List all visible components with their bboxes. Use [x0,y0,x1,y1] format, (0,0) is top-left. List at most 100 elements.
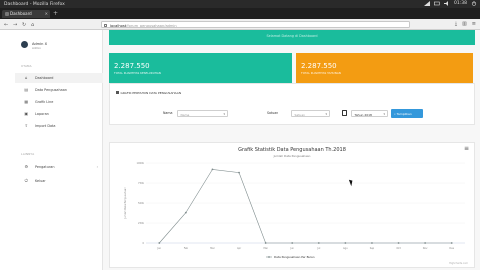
upload-icon: ⇪ [24,122,28,128]
sidebar-item-dashboard[interactable]: ⌂ Dashboard [15,73,103,83]
y-axis-label: Jumlah Data Pengusahaan [124,187,127,220]
home-nav-icon[interactable]: ⌂ [31,22,34,28]
status-label: Satuan [267,111,279,115]
data-point [264,242,267,244]
x-tick-label: Mar [210,247,215,250]
x-tick-label: Des [449,247,454,250]
browser-tab-strip: Dashboard ✕ + [0,8,480,19]
network-icon[interactable] [424,1,431,6]
x-tick-label: Mei [264,247,269,250]
user-name: Admin X [32,41,48,46]
data-point [184,211,187,214]
series-line [159,169,452,244]
sidebar-item-label: Pengaturan [35,165,55,169]
volume-icon[interactable] [444,1,450,6]
welcome-banner: Selamat Datang di Dashboard [109,30,475,45]
data-point [211,168,214,171]
battery-icon[interactable] [434,1,440,6]
home-icon: ⌂ [24,74,28,80]
year-select[interactable]: Tahun 2018 ▾ [351,110,388,117]
x-tick-label: Apr [237,247,241,250]
y-tick-label: 250k [138,222,145,225]
sidebar-item-label: Laporan [35,112,49,116]
legend-label: Data Pengusahaan Per Bulan [274,255,315,259]
stat-value: 2.287.550 [301,62,337,70]
x-tick-label: Agu [343,247,348,250]
library-icon[interactable]: ▥ [462,21,467,27]
power-icon[interactable] [471,1,477,6]
x-tick-label: Feb [184,247,189,250]
sidebar-item-grafik-line[interactable]: ▦ Grafik Line [15,97,103,107]
sidebar-item-keluar[interactable]: ⏻ Keluar [15,176,103,186]
chevron-right-icon: › [96,164,98,169]
show-button[interactable]: ⌕ Tampilkan [391,109,423,118]
forward-icon[interactable]: → [13,22,17,28]
chart-card: Grafik Statistik Data Pengusahaan Th.201… [109,142,475,268]
x-tick-label: Okt [396,247,400,250]
new-tab-icon[interactable]: + [53,10,58,17]
y-tick-label: 500k [138,202,145,205]
chart-credit[interactable]: Highcharts.com [449,262,468,265]
status-select-value: Satuan [294,112,306,117]
sidebar-item-import-data[interactable]: ⇪ Import Data [15,121,103,131]
close-icon[interactable]: ✕ [45,11,48,16]
stat-value: 2.287.550 [114,62,150,70]
x-tick-label: Nov [423,247,428,250]
calendar-icon [342,110,347,116]
user-role: Admin [32,46,41,50]
x-tick-label: Sep [370,247,375,250]
sidebar-item-label: Import Data [35,124,56,128]
show-button-label: Tampilkan [396,111,412,116]
filter-card: GRAFIK PERTAHUN DATA PENGUSAHAAN Nama Na… [109,83,475,125]
legend-marker [268,256,270,258]
menu-icon[interactable]: ≡ [472,21,476,27]
data-point [291,242,294,244]
sidebar-item-label: Dashboard [35,76,54,80]
sidebar-section-settings: LAINNYA [21,152,35,156]
line-chart: 0 250k 500k 750k 1000k Jumlah Data Pengusahaa… [124,162,465,259]
database-icon: ▤ [24,86,29,92]
tab-dashboard[interactable]: Dashboard ✕ [2,9,50,18]
chevron-down-icon: ▾ [325,112,327,117]
sidebar-item-label: Grafik Line [35,100,54,104]
stat-label: TOTAL KUANTITAS TAHUNAN [301,71,341,75]
chart-icon [116,91,119,95]
browser-toolbar-right: ⤓ ▥ ≡ [455,21,476,27]
sidebar-item-laporan[interactable]: ▣ Laporan [15,109,103,119]
downloads-icon[interactable]: ⤓ [455,21,457,27]
chevron-down-icon: ▾ [223,112,225,117]
sidebar-item-label: Data Pengusahaan [35,88,67,92]
x-tick-label: Jul [316,247,320,250]
window-title: Dashboard - Mozilla Firefox [4,1,65,7]
favicon-icon [4,11,9,16]
banner-text: Selamat Datang di Dashboard [266,34,318,38]
system-tray: 01:38 [424,1,477,6]
sidebar-item-pengaturan[interactable]: ⚙ Pengaturan › [15,162,103,172]
tab-label: Dashboard [10,11,32,17]
lock-icon [104,23,107,27]
y-tick-label: 1000k [137,162,145,165]
status-select[interactable]: Satuan ▾ [291,110,330,117]
reload-icon[interactable]: ↻ [22,22,26,28]
chart-icon: ▦ [24,98,29,104]
sidebar-item-data-pengusahaan[interactable]: ▤ Data Pengusahaan [15,85,103,95]
data-point [371,242,373,244]
gear-icon: ⚙ [24,163,29,169]
main-content: Selamat Datang di Dashboard 2.287.550 TO… [103,30,480,270]
data-point [158,242,161,244]
y-tick-label: 0 [142,242,144,245]
filter-title: GRAFIK PERTAHUN DATA PENGUSAHAAN [116,91,181,95]
data-point [238,171,240,174]
logout-icon: ⏻ [24,177,28,183]
sidebar-section-main: UTAMA [21,64,32,68]
clock[interactable]: 01:38 [454,1,467,6]
url-bar[interactable]: localhost/forum_pengusahaan/admin [101,21,410,28]
x-tick-label: Jun [289,247,294,250]
avatar [21,41,28,48]
name-label: Nama [163,111,173,115]
name-select[interactable]: Nama ▾ [177,110,228,117]
data-point [450,242,453,244]
sidebar: Admin X Admin UTAMA ⌂ Dashboard ▤ Data P… [15,30,103,270]
y-tick-label: 750k [138,182,145,185]
back-icon[interactable]: ← [4,22,8,28]
